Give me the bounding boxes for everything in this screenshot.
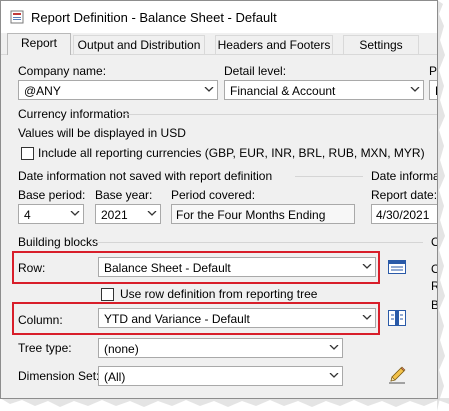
torn-edge-right (437, 0, 449, 411)
base-year-value: 2021 (101, 208, 128, 222)
torn-edge-bottom (0, 398, 449, 411)
truncated-label-pr: Pr (429, 64, 438, 78)
chevron-down-icon[interactable] (201, 81, 217, 99)
row-definition-combo[interactable]: Balance Sheet - Default (98, 257, 376, 277)
include-reporting-currencies-checkbox[interactable] (21, 147, 34, 160)
column-label: Column: (18, 313, 63, 327)
row-label: Row: (18, 261, 46, 275)
column-definition-value: YTD and Variance - Default (104, 312, 250, 326)
base-year-label: Base year: (95, 188, 153, 202)
tree-type-label: Tree type: (18, 341, 72, 355)
chevron-down-icon[interactable] (67, 205, 83, 223)
tab-output-label: Output and Distribution (77, 38, 201, 52)
chevron-down-icon[interactable] (359, 258, 375, 276)
dimension-set-value: (All) (104, 370, 126, 384)
report-date-value: 4/30/2021 (376, 208, 430, 222)
tab-headers-and-footers[interactable]: Headers and Footers (215, 35, 333, 54)
chevron-down-icon[interactable] (359, 309, 375, 327)
truncated-combo-value: P (435, 84, 437, 98)
tab-report-label: Report (20, 36, 58, 50)
include-reporting-currencies-label: Include all reporting currencies (GBP, E… (38, 146, 425, 160)
dimension-set-label: Dimension Set: (18, 369, 100, 383)
chevron-down-icon[interactable] (407, 81, 423, 99)
base-period-combo[interactable]: 4 (18, 204, 84, 224)
chevron-down-icon[interactable] (326, 367, 342, 385)
period-covered-label: Period covered: (171, 188, 256, 202)
tab-headers-label: Headers and Footers (217, 38, 331, 52)
building-blocks-section-title: Building blocks (18, 235, 99, 249)
window-title: Report Definition - Balance Sheet - Defa… (31, 10, 277, 25)
base-year-combo[interactable]: 2021 (95, 204, 161, 224)
base-period-value: 4 (24, 208, 31, 222)
currency-section-divider (123, 114, 437, 115)
building-blocks-divider (95, 242, 423, 243)
date-info-section-title: Date information not saved with report d… (18, 169, 273, 183)
tree-type-value: (none) (104, 342, 139, 356)
company-name-combo[interactable]: @ANY (18, 80, 218, 100)
truncated-combo[interactable]: P (429, 80, 437, 100)
report-date-field[interactable]: 4/30/2021 (371, 204, 437, 224)
currency-section-title: Currency information (18, 107, 130, 121)
base-period-label: Base period: (18, 188, 86, 202)
detail-level-value: Financial & Account (230, 84, 336, 98)
report-date-label: Report date: (371, 188, 438, 202)
tab-report[interactable]: Report (7, 33, 71, 55)
column-definition-combo[interactable]: YTD and Variance - Default (98, 308, 376, 328)
row-definition-edit-icon[interactable] (387, 257, 407, 277)
right-fragment-o: O (431, 262, 437, 276)
detail-level-label: Detail level: (224, 64, 287, 78)
right-fragment-r: R (431, 279, 437, 293)
period-covered-field[interactable]: For the Four Months Ending (171, 204, 355, 224)
tab-settings-label: Settings (359, 38, 403, 52)
pencil-icon[interactable] (387, 365, 407, 385)
currency-note: Values will be displayed in USD (18, 126, 186, 140)
company-name-label: Company name: (18, 64, 107, 78)
row-definition-value: Balance Sheet - Default (104, 261, 231, 275)
report-definition-window: Report Definition - Balance Sheet - Defa… (0, 0, 438, 399)
column-definition-edit-icon[interactable] (387, 308, 407, 328)
date-info-right-title: Date informati (371, 169, 437, 183)
chevron-down-icon[interactable] (144, 205, 160, 223)
detail-level-combo[interactable]: Financial & Account (224, 80, 424, 100)
use-row-definition-checkbox[interactable] (101, 288, 114, 301)
right-fragment-o-top: O (431, 235, 437, 249)
chevron-down-icon[interactable] (326, 339, 342, 357)
right-fragment-b: B (431, 298, 437, 312)
report-app-icon (10, 10, 24, 24)
tab-strip: Report Output and Distribution Headers a… (1, 33, 437, 55)
tab-settings[interactable]: Settings (343, 35, 419, 54)
use-row-definition-label: Use row definition from reporting tree (120, 287, 318, 301)
tab-output-and-distribution[interactable]: Output and Distribution (73, 35, 205, 54)
tree-type-combo[interactable]: (none) (98, 338, 343, 358)
date-info-section-divider (295, 176, 363, 177)
company-name-value: @ANY (24, 84, 61, 98)
title-bar: Report Definition - Balance Sheet - Defa… (1, 1, 437, 33)
dimension-set-combo[interactable]: (All) (98, 366, 343, 386)
period-covered-value: For the Four Months Ending (176, 208, 326, 222)
